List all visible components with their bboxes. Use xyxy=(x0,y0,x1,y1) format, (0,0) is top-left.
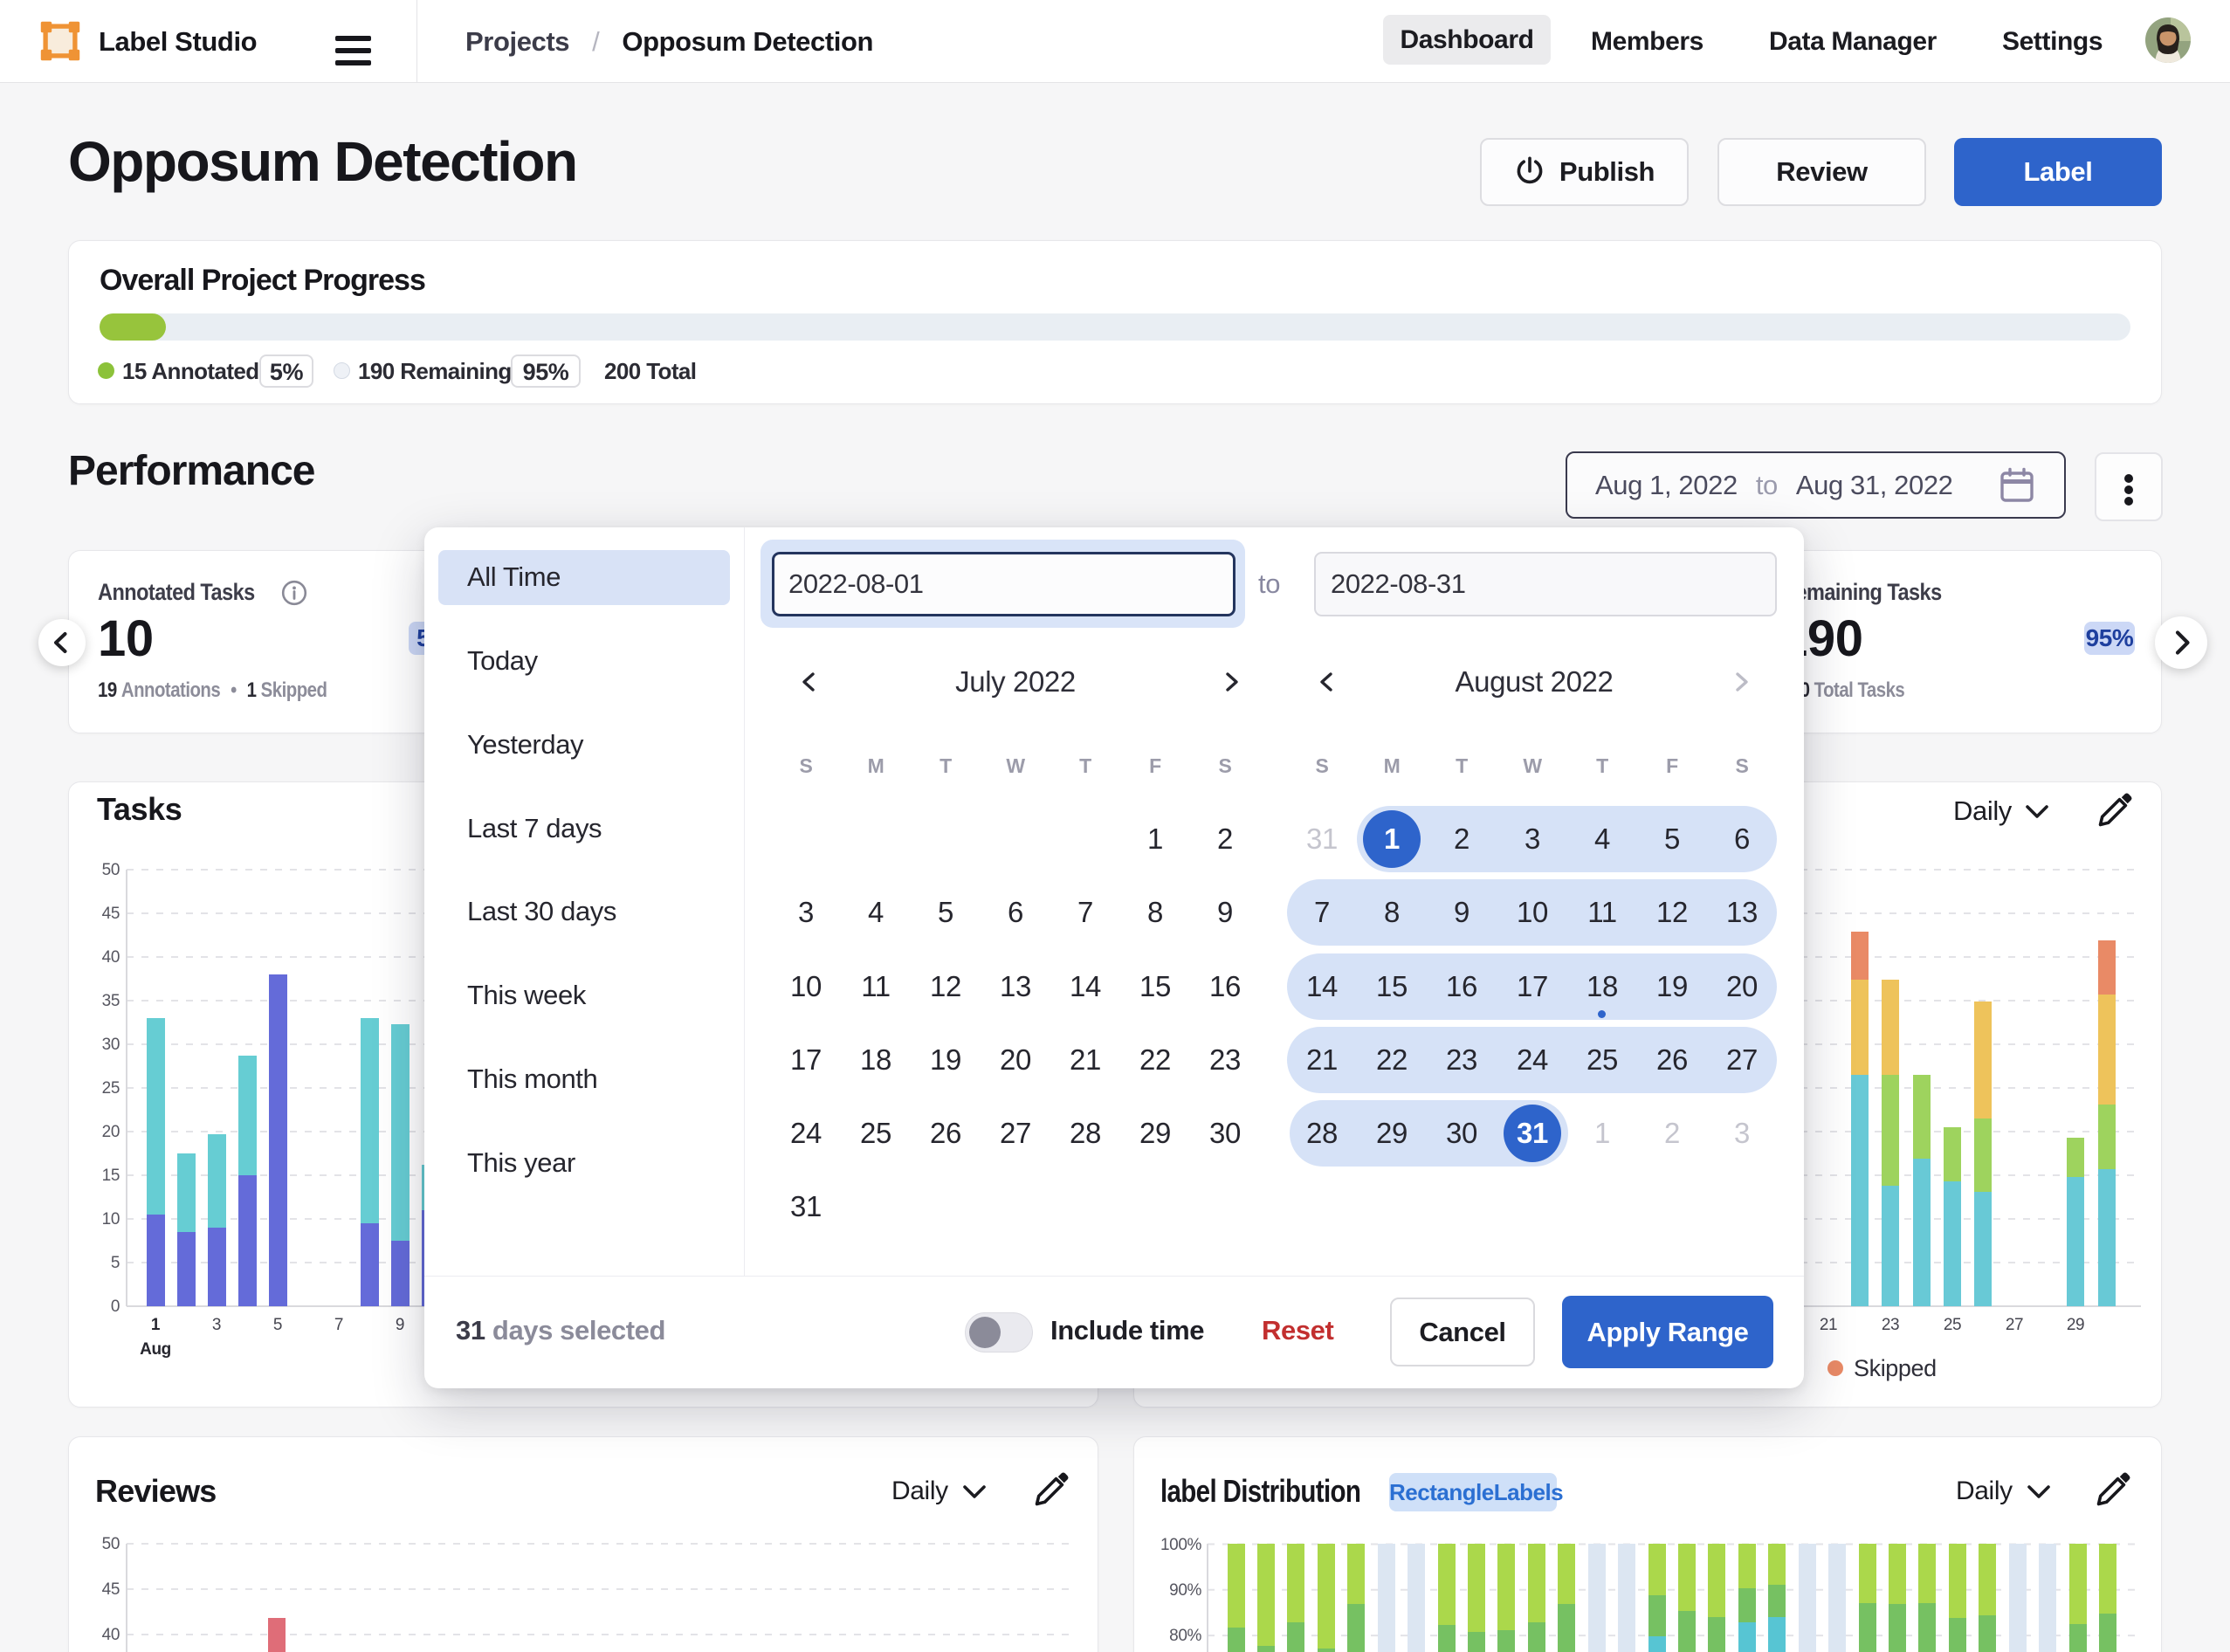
svg-text:40: 40 xyxy=(102,1626,120,1644)
svg-text:Skipped: Skipped xyxy=(1854,1355,1937,1381)
svg-text:5: 5 xyxy=(111,1254,120,1272)
svg-text:20: 20 xyxy=(102,1123,120,1141)
svg-text:29: 29 xyxy=(2067,1316,2084,1334)
svg-text:7: 7 xyxy=(334,1316,343,1334)
svg-text:100%: 100% xyxy=(1160,1536,1202,1554)
svg-text:40: 40 xyxy=(102,948,120,967)
svg-text:50: 50 xyxy=(102,1535,120,1553)
svg-text:15: 15 xyxy=(102,1167,120,1185)
svg-text:45: 45 xyxy=(102,1580,120,1599)
svg-text:90%: 90% xyxy=(1169,1581,1201,1600)
svg-text:27: 27 xyxy=(2006,1316,2023,1334)
svg-text:0: 0 xyxy=(111,1298,120,1316)
svg-text:25: 25 xyxy=(102,1079,120,1098)
svg-text:21: 21 xyxy=(1820,1316,1837,1334)
svg-text:30: 30 xyxy=(102,1036,120,1054)
svg-text:23: 23 xyxy=(1882,1316,1899,1334)
svg-text:50: 50 xyxy=(102,861,120,879)
svg-text:5: 5 xyxy=(273,1316,282,1334)
svg-text:35: 35 xyxy=(102,992,120,1010)
svg-text:25: 25 xyxy=(1944,1316,1961,1334)
svg-text:3: 3 xyxy=(212,1316,221,1334)
svg-text:10: 10 xyxy=(102,1210,120,1229)
svg-text:1: 1 xyxy=(151,1316,161,1334)
svg-text:9: 9 xyxy=(396,1316,404,1334)
svg-text:80%: 80% xyxy=(1169,1627,1201,1645)
svg-text:Aug: Aug xyxy=(140,1340,171,1359)
svg-text:45: 45 xyxy=(102,905,120,923)
